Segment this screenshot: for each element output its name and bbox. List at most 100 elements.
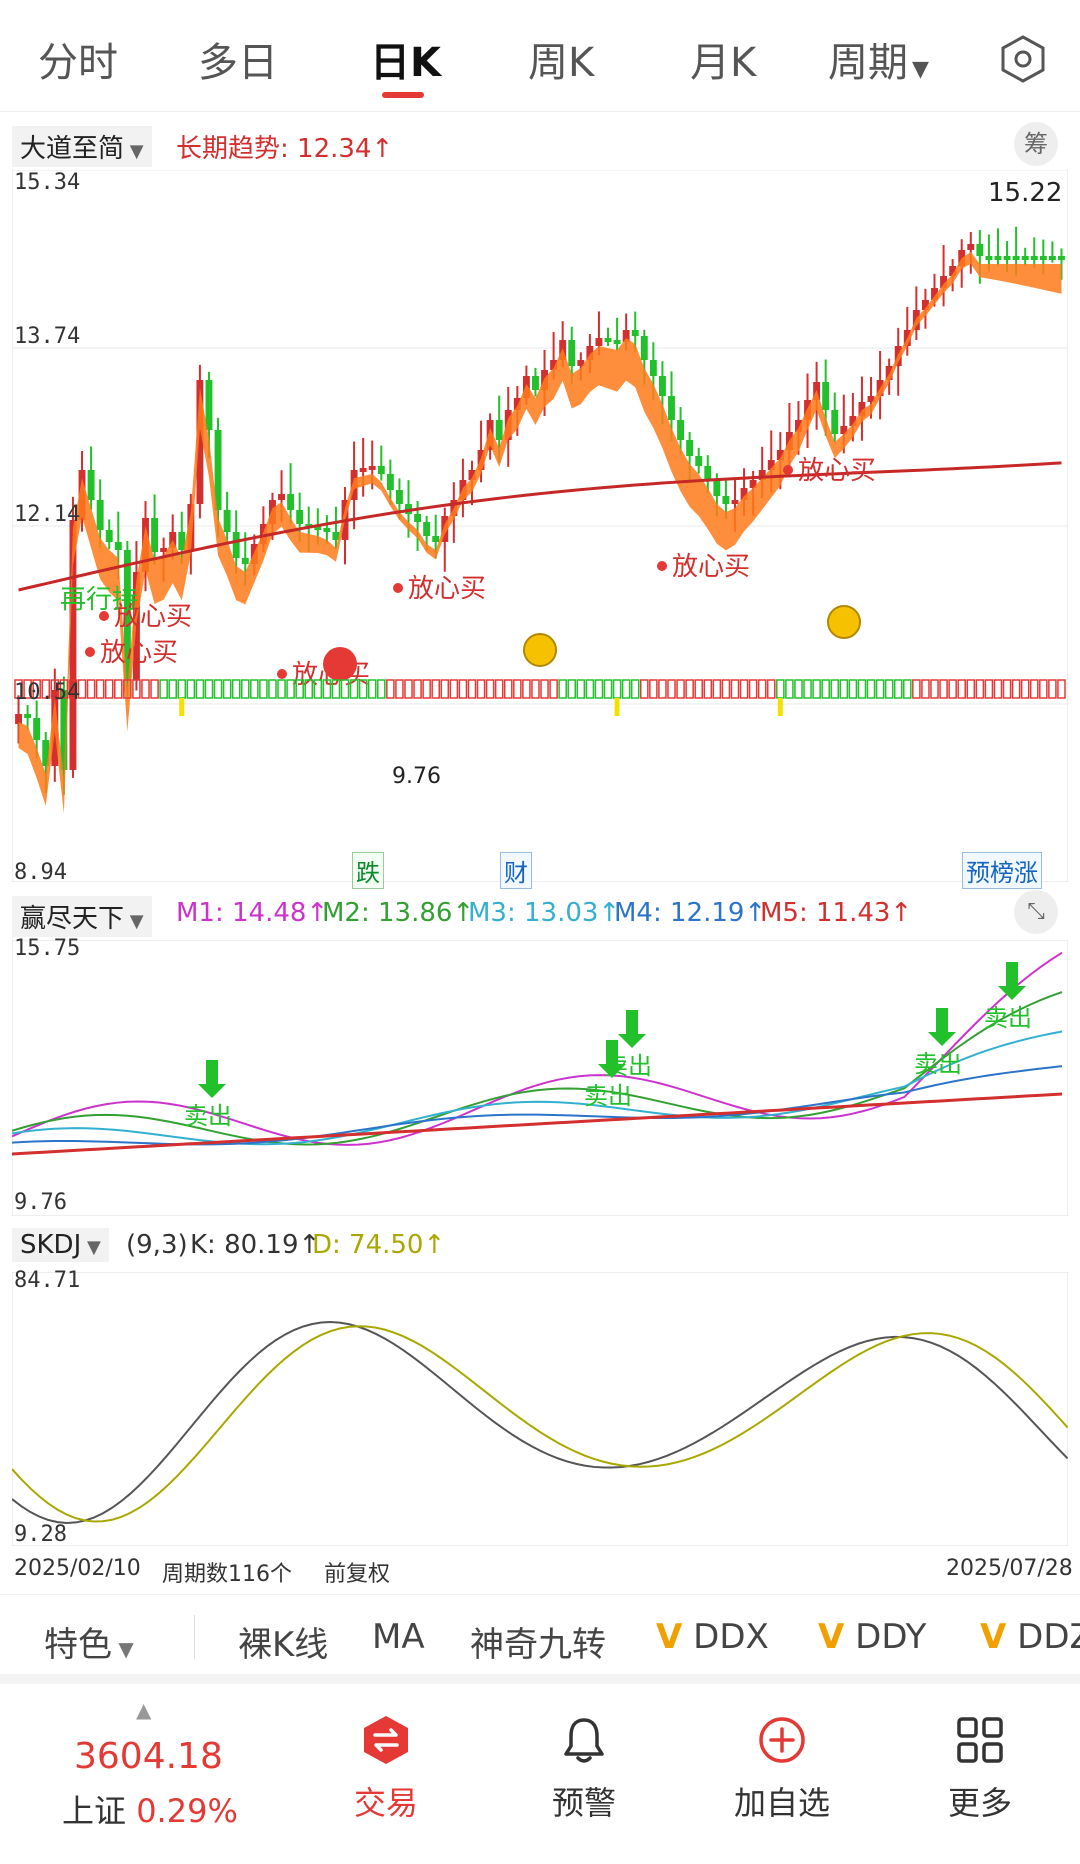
candle-body bbox=[377, 466, 385, 474]
signal-strip-cell bbox=[612, 679, 622, 699]
settings-hexagon-icon[interactable] bbox=[998, 34, 1048, 84]
chips-button[interactable]: 筹 bbox=[1014, 122, 1058, 166]
sell-arrow-icon bbox=[198, 1084, 226, 1098]
tab-intraday[interactable]: 分时 bbox=[38, 30, 118, 88]
indicator-ddx[interactable]: V DDX bbox=[656, 1617, 769, 1657]
adjust-mode[interactable]: 前复权 bbox=[324, 1556, 390, 1588]
signal-strip-cell bbox=[848, 679, 858, 699]
ma-line bbox=[12, 1065, 1063, 1146]
start-date: 2025/02/10 bbox=[14, 1556, 141, 1581]
candle-body bbox=[160, 548, 168, 552]
signal-strip-cell bbox=[522, 679, 531, 699]
candle-body bbox=[1048, 256, 1056, 260]
candle-body bbox=[532, 376, 539, 390]
indicator-ddz[interactable]: V DDZ bbox=[980, 1617, 1080, 1657]
candle-body bbox=[822, 382, 830, 410]
tab-daily-k[interactable]: 日K bbox=[370, 30, 441, 88]
tag-fall: 跌 bbox=[352, 852, 384, 889]
nav-alert-label: 预警 bbox=[551, 1784, 616, 1822]
signal-strip-cell bbox=[794, 679, 803, 699]
sell-signal-label: 卖出 bbox=[584, 1082, 632, 1110]
indicator-bare-k[interactable]: 裸K线 bbox=[238, 1617, 328, 1666]
ddy-label: DDY bbox=[855, 1617, 927, 1657]
special-indicator-dropdown[interactable]: 特色 ▼ bbox=[44, 1617, 134, 1666]
chevron-down-icon: ▼ bbox=[912, 57, 929, 82]
candle-body bbox=[24, 714, 32, 718]
kline-chart[interactable]: 放心买放心买放心买放心买放心买放心买再行持 bbox=[12, 170, 1068, 882]
candle-body bbox=[205, 380, 213, 430]
candle-body bbox=[96, 500, 104, 530]
signal-strip-cell bbox=[186, 679, 196, 699]
signal-strip-cell bbox=[984, 679, 994, 699]
tab-period-label: 周期 bbox=[828, 40, 908, 86]
m4-value: M4: 12.19↑ bbox=[614, 898, 767, 928]
tab-monthly-k[interactable]: 月K bbox=[690, 30, 756, 88]
buy-signal-label: 放心买 bbox=[798, 456, 876, 486]
indicator-ma[interactable]: MA bbox=[372, 1617, 425, 1657]
buy-signal-label: 放心买 bbox=[672, 552, 750, 582]
candle-body bbox=[151, 518, 159, 552]
signal-strip-cell bbox=[866, 679, 876, 699]
low-indicator-name: SKDJ bbox=[20, 1230, 82, 1260]
candle-body bbox=[967, 244, 975, 250]
d-line bbox=[12, 1325, 1068, 1523]
tab-period[interactable]: 周期 ▼ bbox=[828, 30, 929, 88]
indicator-ddy[interactable]: V DDY bbox=[818, 1617, 926, 1657]
main-y-tick: 12.14 bbox=[14, 502, 81, 527]
nav-alert[interactable]: 预警 bbox=[494, 1714, 674, 1824]
candle-body bbox=[232, 532, 240, 558]
long-trend-value: 长期趋势: 12.34↑ bbox=[176, 134, 394, 164]
signal-strip-cell bbox=[621, 679, 631, 699]
signal-strip-cell bbox=[1011, 679, 1021, 699]
candle-body bbox=[604, 338, 612, 342]
smiley-icon bbox=[827, 605, 861, 639]
candle-body bbox=[423, 522, 431, 536]
nav-add-watchlist[interactable]: 加自选 bbox=[692, 1714, 872, 1824]
signal-strip-cell bbox=[585, 679, 595, 699]
divider bbox=[194, 1615, 195, 1659]
collapse-arrow-icon[interactable]: ▲ bbox=[136, 1698, 151, 1722]
signal-strip-cell bbox=[231, 679, 241, 699]
candle-body bbox=[278, 494, 285, 500]
chart-frame bbox=[12, 1272, 1068, 1546]
trade-icon bbox=[364, 1716, 408, 1764]
indicator-magic-nine[interactable]: 神奇九转 bbox=[470, 1617, 606, 1666]
signal-strip-cell bbox=[649, 679, 658, 699]
candle-body bbox=[414, 514, 422, 522]
mid-indicator-selector[interactable]: 赢尽天下 ▼ bbox=[12, 896, 152, 937]
index-name-row[interactable]: 上证 0.29% bbox=[62, 1786, 238, 1832]
signal-strip-cell bbox=[240, 679, 250, 699]
candle-body bbox=[568, 340, 576, 366]
candle-body bbox=[713, 480, 721, 496]
tab-weekly-k[interactable]: 周K bbox=[528, 30, 594, 88]
index-value[interactable]: 3604.18 bbox=[74, 1736, 223, 1777]
buy-dot bbox=[277, 669, 287, 679]
m5-value: M5: 11.43↑ bbox=[760, 898, 913, 928]
sell-arrow-icon bbox=[936, 1008, 948, 1032]
bell-icon bbox=[564, 1718, 604, 1763]
k-line bbox=[12, 1321, 1068, 1524]
signal-strip-cell bbox=[222, 679, 232, 699]
m2-value: M2: 13.86↑ bbox=[322, 898, 475, 928]
candle-body bbox=[695, 456, 703, 466]
signal-strip-cell bbox=[114, 679, 123, 699]
signal-strip-cell bbox=[1057, 679, 1066, 699]
tab-multi-day[interactable]: 多日 bbox=[198, 30, 278, 88]
nav-more[interactable]: 更多 bbox=[890, 1714, 1070, 1824]
nav-trade[interactable]: 交易 bbox=[296, 1714, 476, 1824]
candle-body bbox=[1030, 256, 1038, 260]
period-tabs: 分时 多日 日K 周K 月K 周期 ▼ bbox=[0, 0, 1080, 112]
main-indicator-selector[interactable]: 大道至简 ▼ bbox=[12, 126, 152, 167]
signal-strip-cell bbox=[168, 679, 177, 699]
mid-y-top: 15.75 bbox=[14, 936, 81, 961]
low-indicator-selector[interactable]: SKDJ ▼ bbox=[12, 1228, 109, 1262]
chart-frame bbox=[12, 940, 1068, 1216]
signal-strip-cell bbox=[449, 679, 459, 699]
signal-strip-cell bbox=[141, 679, 150, 699]
expand-icon[interactable]: ⤡ bbox=[1014, 890, 1058, 934]
end-date: 2025/07/28 bbox=[946, 1556, 1073, 1581]
special-label: 特色 bbox=[44, 1625, 112, 1665]
candle-body bbox=[976, 244, 984, 256]
signal-marker bbox=[777, 698, 783, 716]
sell-arrow-icon bbox=[618, 1034, 646, 1048]
